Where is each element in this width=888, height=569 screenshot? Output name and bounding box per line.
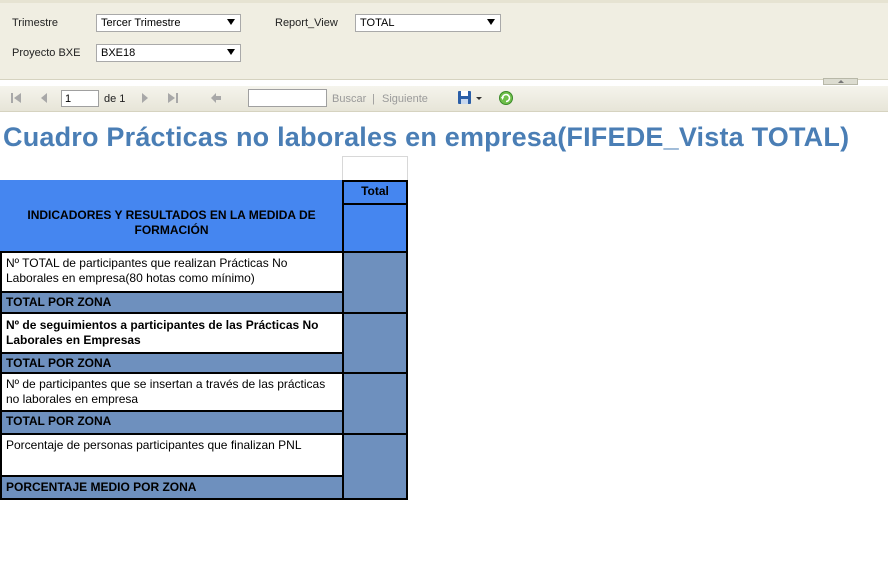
trimestre-select[interactable]: Tercer Trimestre — [96, 14, 241, 32]
next-page-icon[interactable] — [140, 92, 149, 104]
report-title: Cuadro Prácticas no laborales en empresa… — [3, 122, 850, 152]
previous-page-icon[interactable] — [40, 92, 49, 104]
subtotal-row-1: TOTAL POR ZONA — [0, 291, 344, 314]
indicator-row-4: Porcentaje de personas participantes que… — [0, 433, 344, 477]
total-column-header: Total — [342, 180, 408, 205]
find-separator: | — [372, 93, 375, 105]
total-value-3 — [342, 372, 408, 435]
proyecto-label: Proyecto BXE — [12, 47, 81, 59]
find-link[interactable]: Buscar — [332, 93, 366, 105]
proyecto-select-value: BXE18 — [101, 47, 136, 59]
total-header-value-cell — [342, 203, 408, 253]
trimestre-select-value: Tercer Trimestre — [101, 17, 181, 29]
refresh-icon[interactable] — [498, 90, 514, 106]
total-value-2 — [342, 312, 408, 374]
indicator-row-3: Nº de participantes que se insertan a tr… — [0, 372, 344, 412]
collapse-parameters-button[interactable] — [823, 78, 858, 85]
first-page-icon[interactable] — [10, 92, 23, 104]
report-view-select[interactable]: TOTAL — [355, 14, 501, 32]
page-number-input[interactable] — [61, 90, 99, 107]
subtotal-row-4: PORCENTAJE MEDIO POR ZONA — [0, 475, 344, 500]
indicator-row-1: Nº TOTAL de participantes que realizan P… — [0, 251, 344, 293]
export-save-icon[interactable] — [457, 90, 483, 106]
empty-header-cell — [342, 156, 408, 181]
proyecto-select[interactable]: BXE18 — [96, 44, 241, 62]
report-view-select-value: TOTAL — [360, 17, 395, 29]
report-toolbar: de 1 Buscar | Siguiente — [0, 86, 888, 112]
total-value-1 — [342, 251, 408, 314]
back-to-parent-icon[interactable] — [210, 92, 222, 104]
subtotal-row-2: TOTAL POR ZONA — [0, 352, 344, 374]
chevron-down-icon — [227, 49, 235, 55]
indicators-header: INDICADORES Y RESULTADOS EN LA MEDIDA DE… — [0, 180, 343, 252]
report-view-label: Report_View — [275, 17, 338, 29]
page-count: de 1 — [104, 93, 126, 105]
chevron-down-icon — [227, 19, 235, 25]
subtotal-row-3: TOTAL POR ZONA — [0, 410, 344, 435]
trimestre-label: Trimestre — [12, 17, 59, 29]
indicators-header-text: INDICADORES Y RESULTADOS EN LA MEDIDA DE… — [27, 208, 316, 237]
indicator-row-2: Nº de seguimientos a participantes de la… — [0, 312, 344, 354]
total-value-4 — [342, 433, 408, 500]
last-page-icon[interactable] — [166, 92, 179, 104]
find-next-link[interactable]: Siguiente — [382, 93, 428, 105]
chevron-down-icon — [487, 19, 495, 25]
parameters-panel: Trimestre Tercer Trimestre Report_View T… — [0, 0, 888, 80]
find-text-input[interactable] — [248, 89, 327, 107]
